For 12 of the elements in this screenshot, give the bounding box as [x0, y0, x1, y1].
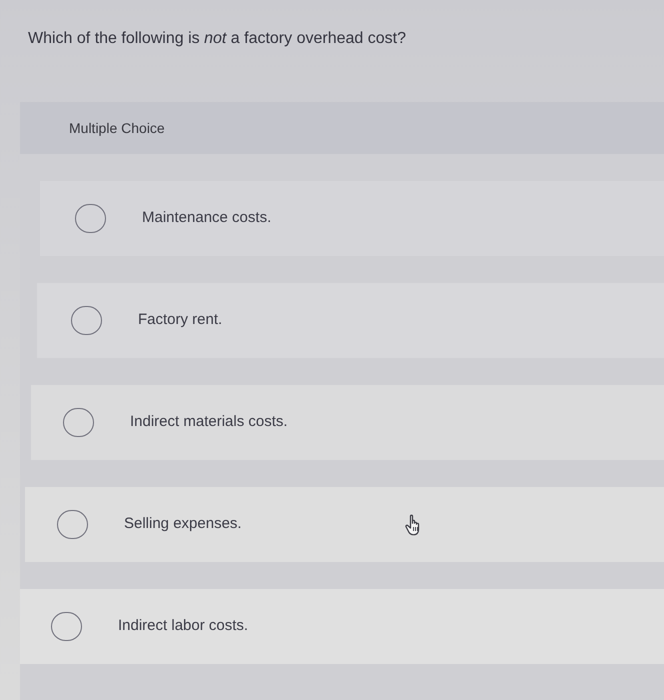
radio-button[interactable] — [63, 408, 94, 437]
radio-button[interactable] — [57, 510, 88, 539]
option-label: Selling expenses. — [124, 514, 242, 534]
option-label: Indirect materials costs. — [130, 412, 288, 432]
radio-button[interactable] — [71, 306, 102, 335]
option-label: Indirect labor costs. — [118, 616, 248, 636]
question-text: Which of the following is not a factory overhead cost? — [28, 29, 406, 49]
radio-button[interactable] — [75, 204, 106, 233]
option-label: Maintenance costs. — [142, 208, 272, 228]
option-label: Factory rent. — [138, 310, 222, 330]
radio-button[interactable] — [51, 612, 82, 641]
panel-title: Multiple Choice — [69, 118, 165, 138]
